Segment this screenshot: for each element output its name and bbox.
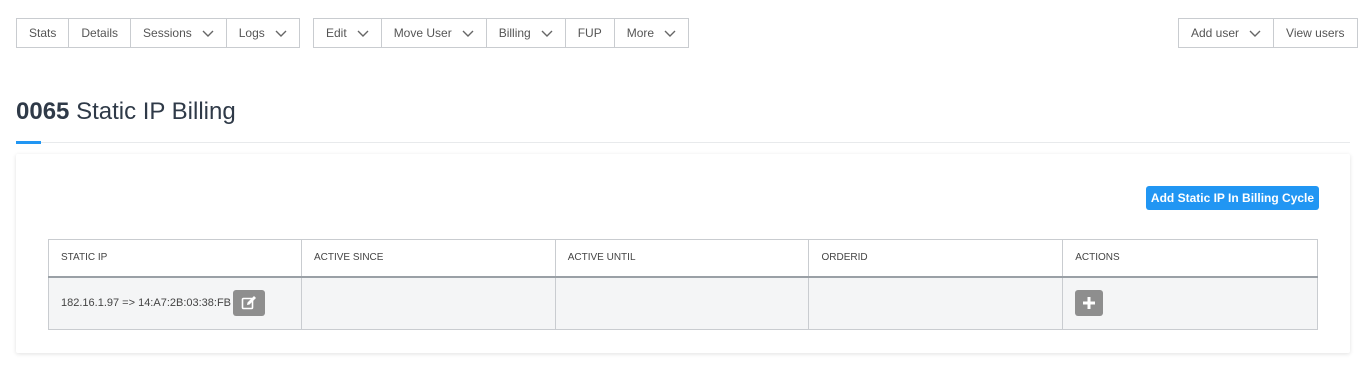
static-ip-cell: 182.16.1.97 => 14:A7:2B:03:38:FB (48, 276, 302, 330)
sessions-label: Sessions (143, 26, 192, 40)
user-id: 0065 (16, 98, 70, 125)
view-users-label: View users (1286, 26, 1345, 40)
chevron-down-icon (202, 27, 214, 39)
more-dropdown[interactable]: More (614, 18, 690, 48)
static-ip-table: STATIC IP ACTIVE SINCE ACTIVE UNTIL ORDE… (48, 239, 1318, 330)
user-nav-toolbar: Stats Details Sessions Logs (16, 18, 300, 48)
chevron-down-icon (1249, 27, 1261, 39)
title-divider (16, 142, 1350, 143)
billing-dropdown[interactable]: Billing (486, 18, 566, 48)
column-header-static-ip: STATIC IP (48, 239, 302, 277)
edit-label: Edit (326, 26, 347, 40)
orderid-cell (808, 276, 1064, 330)
details-button[interactable]: Details (69, 18, 132, 48)
active-until-cell (554, 276, 810, 330)
chevron-down-icon (664, 27, 676, 39)
column-header-actions: ACTIONS (1062, 239, 1318, 277)
add-static-ip-button[interactable]: Add Static IP In Billing Cycle (1146, 186, 1319, 210)
move-user-dropdown[interactable]: Move User (381, 18, 487, 48)
users-toolbar: Add user View users (1178, 18, 1358, 48)
chevron-down-icon (462, 27, 474, 39)
table-header-row: STATIC IP ACTIVE SINCE ACTIVE UNTIL ORDE… (48, 239, 1318, 277)
stats-label: Stats (29, 26, 57, 40)
page-title-text: Static IP Billing (76, 98, 236, 125)
fup-button[interactable]: FUP (565, 18, 615, 48)
logs-dropdown[interactable]: Logs (226, 18, 300, 48)
more-label: More (626, 26, 655, 40)
stats-button[interactable]: Stats (16, 18, 70, 48)
add-user-dropdown[interactable]: Add user (1178, 18, 1275, 48)
title-accent-bar (16, 141, 41, 144)
details-label: Details (81, 26, 119, 40)
column-header-active-since: ACTIVE SINCE (300, 239, 556, 277)
chevron-down-icon (275, 27, 287, 39)
add-user-label: Add user (1191, 26, 1240, 40)
plus-icon[interactable] (1075, 290, 1104, 317)
move-user-label: Move User (393, 26, 452, 40)
chevron-down-icon (357, 27, 369, 39)
active-since-cell (300, 276, 556, 330)
user-actions-toolbar: Edit Move User Billing FUP More (313, 18, 690, 48)
static-ip-value: 182.16.1.97 => 14:A7:2B:03:38:FB (61, 297, 232, 310)
page-title: 0065 Static IP Billing (16, 98, 236, 126)
column-header-active-until: ACTIVE UNTIL (554, 239, 810, 277)
view-users-button[interactable]: View users (1274, 18, 1358, 48)
fup-label: FUP (577, 26, 602, 40)
edit-dropdown[interactable]: Edit (313, 18, 382, 48)
logs-label: Logs (238, 26, 265, 40)
table-row: 182.16.1.97 => 14:A7:2B:03:38:FB (48, 276, 1318, 330)
edit-icon[interactable] (233, 290, 266, 317)
chevron-down-icon (541, 27, 553, 39)
column-header-orderid: ORDERID (808, 239, 1064, 277)
actions-cell (1062, 276, 1318, 330)
billing-label: Billing (498, 26, 531, 40)
sessions-dropdown[interactable]: Sessions (131, 18, 227, 48)
